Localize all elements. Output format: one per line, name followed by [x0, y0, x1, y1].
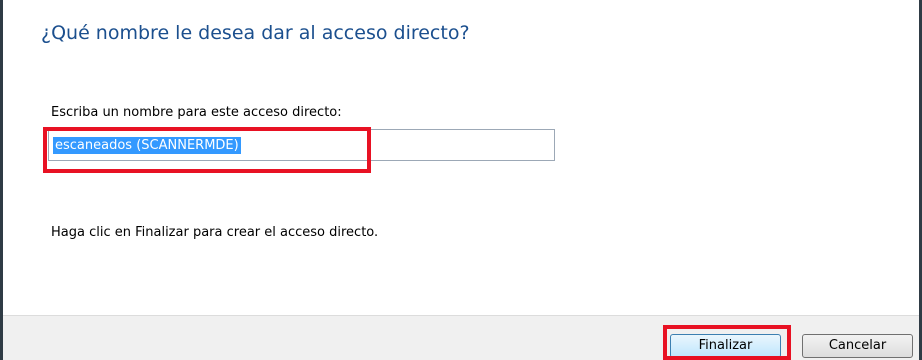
name-field-label: Escriba un nombre para este acceso direc…: [51, 105, 342, 120]
shortcut-name-dialog: ¿Qué nombre le desea dar al acceso direc…: [0, 0, 922, 360]
window-border-left: [0, 0, 3, 360]
shortcut-name-input[interactable]: escaneados (SCANNERMDE): [48, 129, 555, 161]
finish-instruction: Haga clic en Finalizar para crear el acc…: [51, 225, 379, 240]
finish-button[interactable]: Finalizar: [670, 334, 781, 358]
button-bar: [3, 315, 919, 360]
shortcut-name-value: escaneados (SCANNERMDE): [53, 137, 241, 154]
page-title: ¿Qué nombre le desea dar al acceso direc…: [41, 22, 470, 44]
cancel-button[interactable]: Cancelar: [802, 334, 913, 358]
